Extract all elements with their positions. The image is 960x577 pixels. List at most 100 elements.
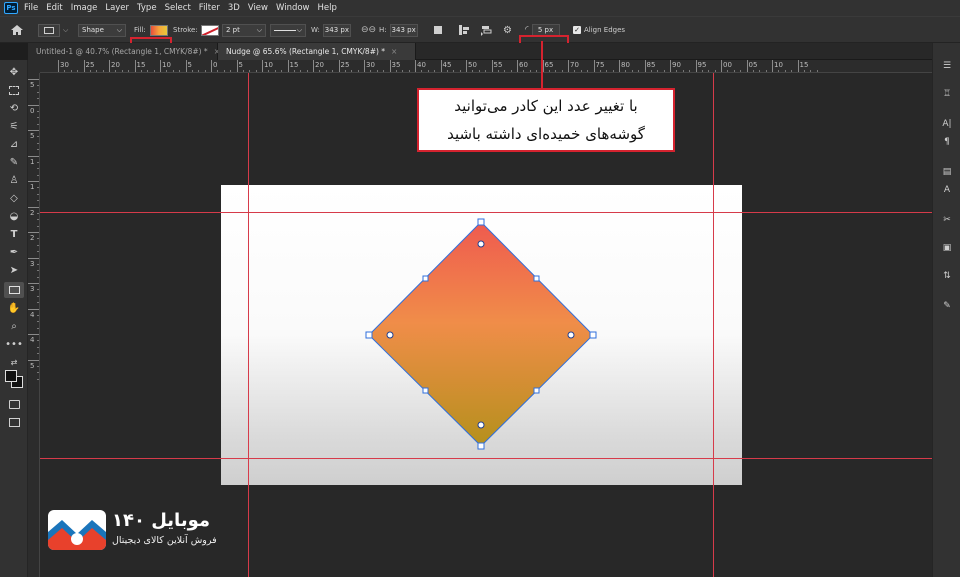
path-operations-icon[interactable] <box>434 23 442 37</box>
guide-vertical-left[interactable] <box>248 73 249 577</box>
ruler-major-tick <box>440 60 442 72</box>
stroke-control[interactable]: Stroke: <box>173 23 219 37</box>
chevron-down-icon: ⌵ <box>296 25 302 34</box>
type-tool-icon[interactable]: T <box>4 226 24 242</box>
transform-handle-bottom-left[interactable] <box>422 387 429 394</box>
ruler-major-tick <box>593 60 595 72</box>
tab-untitled-1[interactable]: Untitled-1 @ 40.7% (Rectangle 1, CMYK/8#… <box>28 43 220 60</box>
corner-radius-handle-bottom[interactable] <box>477 421 485 429</box>
ruler-label: 20 <box>315 61 324 69</box>
path-anchor-top[interactable] <box>477 218 485 226</box>
ruler-label: 00 <box>723 61 732 69</box>
ruler-label: 5 <box>238 61 243 69</box>
gear-icon[interactable]: ⚙ <box>503 23 512 37</box>
path-alignment-icon[interactable] <box>458 23 470 37</box>
vertical-ruler[interactable]: 5 0 5 1 1 2 2 3 3 4 4 5 <box>28 73 40 577</box>
ruler-label: 40 <box>417 61 426 69</box>
path-anchor-right[interactable] <box>589 331 597 339</box>
align-edges-checkbox[interactable]: ✓ <box>573 26 581 34</box>
width-control[interactable]: W: 343 px <box>311 23 351 37</box>
menu-file[interactable]: File <box>24 3 38 13</box>
tool-preset-picker[interactable]: ⌵ <box>38 23 68 37</box>
corner-radius-handle-right[interactable] <box>567 331 575 339</box>
stroke-swatch[interactable] <box>200 24 219 36</box>
libraries-panel-icon[interactable]: ♖ <box>939 87 955 101</box>
character-panel-icon[interactable]: A| <box>939 117 955 131</box>
menu-edit[interactable]: Edit <box>46 3 62 13</box>
menu-layer[interactable]: Layer <box>105 3 129 13</box>
adjustments-panel-icon[interactable]: ✂ <box>939 213 955 227</box>
diamond-shape[interactable] <box>368 221 594 447</box>
align-edges-control[interactable]: ✓ Align Edges <box>573 23 625 37</box>
transform-handle-top-left[interactable] <box>422 275 429 282</box>
ruler-major-tick <box>746 60 748 72</box>
menu-view[interactable]: View <box>248 3 268 13</box>
link-icon[interactable]: ⊖⊖ <box>361 23 376 37</box>
zoom-tool-icon[interactable]: ⌕ <box>4 318 24 334</box>
diamond-shape-layer[interactable] <box>360 213 600 453</box>
stroke-type-select[interactable]: ⌵ <box>270 23 306 37</box>
path-anchor-bottom[interactable] <box>477 442 485 450</box>
ruler-major-tick <box>670 60 671 72</box>
menu-type[interactable]: Type <box>137 3 157 13</box>
stroke-width-select[interactable]: 2 pt ⌵ <box>222 23 266 37</box>
tab-nudge[interactable]: Nudge @ 65.6% (Rectangle 1, CMYK/8#) * × <box>218 43 416 60</box>
screen-mode-icon[interactable] <box>4 414 24 430</box>
close-icon[interactable]: × <box>391 47 397 56</box>
rectangle-tool-icon[interactable] <box>4 282 24 298</box>
menu-select[interactable]: Select <box>165 3 191 13</box>
styles-panel-icon[interactable]: A <box>939 183 955 197</box>
width-input[interactable]: 343 px <box>322 23 351 37</box>
transform-handle-bottom-right[interactable] <box>533 387 540 394</box>
ruler-major-tick <box>364 60 365 72</box>
brush-settings-icon[interactable]: ✎ <box>939 299 955 313</box>
properties-panel-icon[interactable]: ☰ <box>939 59 955 73</box>
move-tool-icon[interactable]: ✥ <box>4 64 24 80</box>
corner-radius-handle-left[interactable] <box>386 331 394 339</box>
menu-help[interactable]: Help <box>318 3 337 13</box>
foreground-color-swatch[interactable] <box>5 370 17 382</box>
ruler-label: 90 <box>672 61 681 69</box>
ruler-major-tick <box>185 60 187 72</box>
horizontal-ruler[interactable]: 30 25 20 15 10 5 0 5 10 15 20 25 30 35 40 45 50 55 60 65 70 7… <box>40 60 932 73</box>
fill-swatch[interactable] <box>149 24 168 36</box>
ruler-major-tick <box>28 104 39 106</box>
fill-control[interactable]: Fill: <box>134 23 168 37</box>
path-anchor-left[interactable] <box>365 331 373 339</box>
channels-panel-icon[interactable]: ⇅ <box>939 269 955 283</box>
lasso-tool-icon[interactable]: ⟲ <box>4 100 24 116</box>
transform-handle-top-right[interactable] <box>533 275 540 282</box>
shape-mode-select[interactable]: Shape ⌵ <box>78 23 126 37</box>
guide-vertical-right[interactable] <box>713 73 714 577</box>
guide-horizontal-bottom[interactable] <box>40 458 932 459</box>
brush-tool-icon[interactable]: ✎ <box>4 154 24 170</box>
layers-panel-icon[interactable]: ▣ <box>939 241 955 255</box>
menu-image[interactable]: Image <box>71 3 98 13</box>
eraser-tool-icon[interactable]: ◇ <box>4 190 24 206</box>
paint-bucket-tool-icon[interactable]: ◒ <box>4 208 24 224</box>
home-icon[interactable] <box>10 23 24 37</box>
glyphs-panel-icon[interactable]: ▤ <box>939 165 955 179</box>
quick-mask-icon[interactable] <box>4 396 24 412</box>
hand-tool-icon[interactable]: ✋ <box>4 300 24 316</box>
height-control[interactable]: H: 343 px <box>379 23 418 37</box>
stamp-tool-icon[interactable]: ♙ <box>4 172 24 188</box>
ruler-major-tick <box>338 60 340 72</box>
corner-radius-handle-top[interactable] <box>477 240 485 248</box>
ruler-major-tick <box>517 60 518 72</box>
menu-window[interactable]: Window <box>276 3 310 13</box>
more-tools-icon[interactable]: ••• <box>4 336 24 352</box>
ruler-label: 15 <box>136 61 146 69</box>
marquee-tool-icon[interactable] <box>4 82 24 98</box>
path-selection-tool-icon[interactable]: ➤ <box>4 262 24 278</box>
menu-3d[interactable]: 3D <box>228 3 240 13</box>
eyedropper-tool-icon[interactable]: ⊿ <box>4 136 24 152</box>
pen-tool-icon[interactable]: ✒ <box>4 244 24 260</box>
color-swatches[interactable] <box>5 370 23 388</box>
height-input[interactable]: 343 px <box>389 23 418 37</box>
magic-wand-tool-icon[interactable]: ⚟ <box>4 118 24 134</box>
swap-colors-icon[interactable]: ⇄ <box>4 354 24 370</box>
paragraph-panel-icon[interactable]: ¶ <box>939 135 955 149</box>
path-arrangement-icon[interactable] <box>480 23 492 37</box>
menu-filter[interactable]: Filter <box>199 3 220 13</box>
